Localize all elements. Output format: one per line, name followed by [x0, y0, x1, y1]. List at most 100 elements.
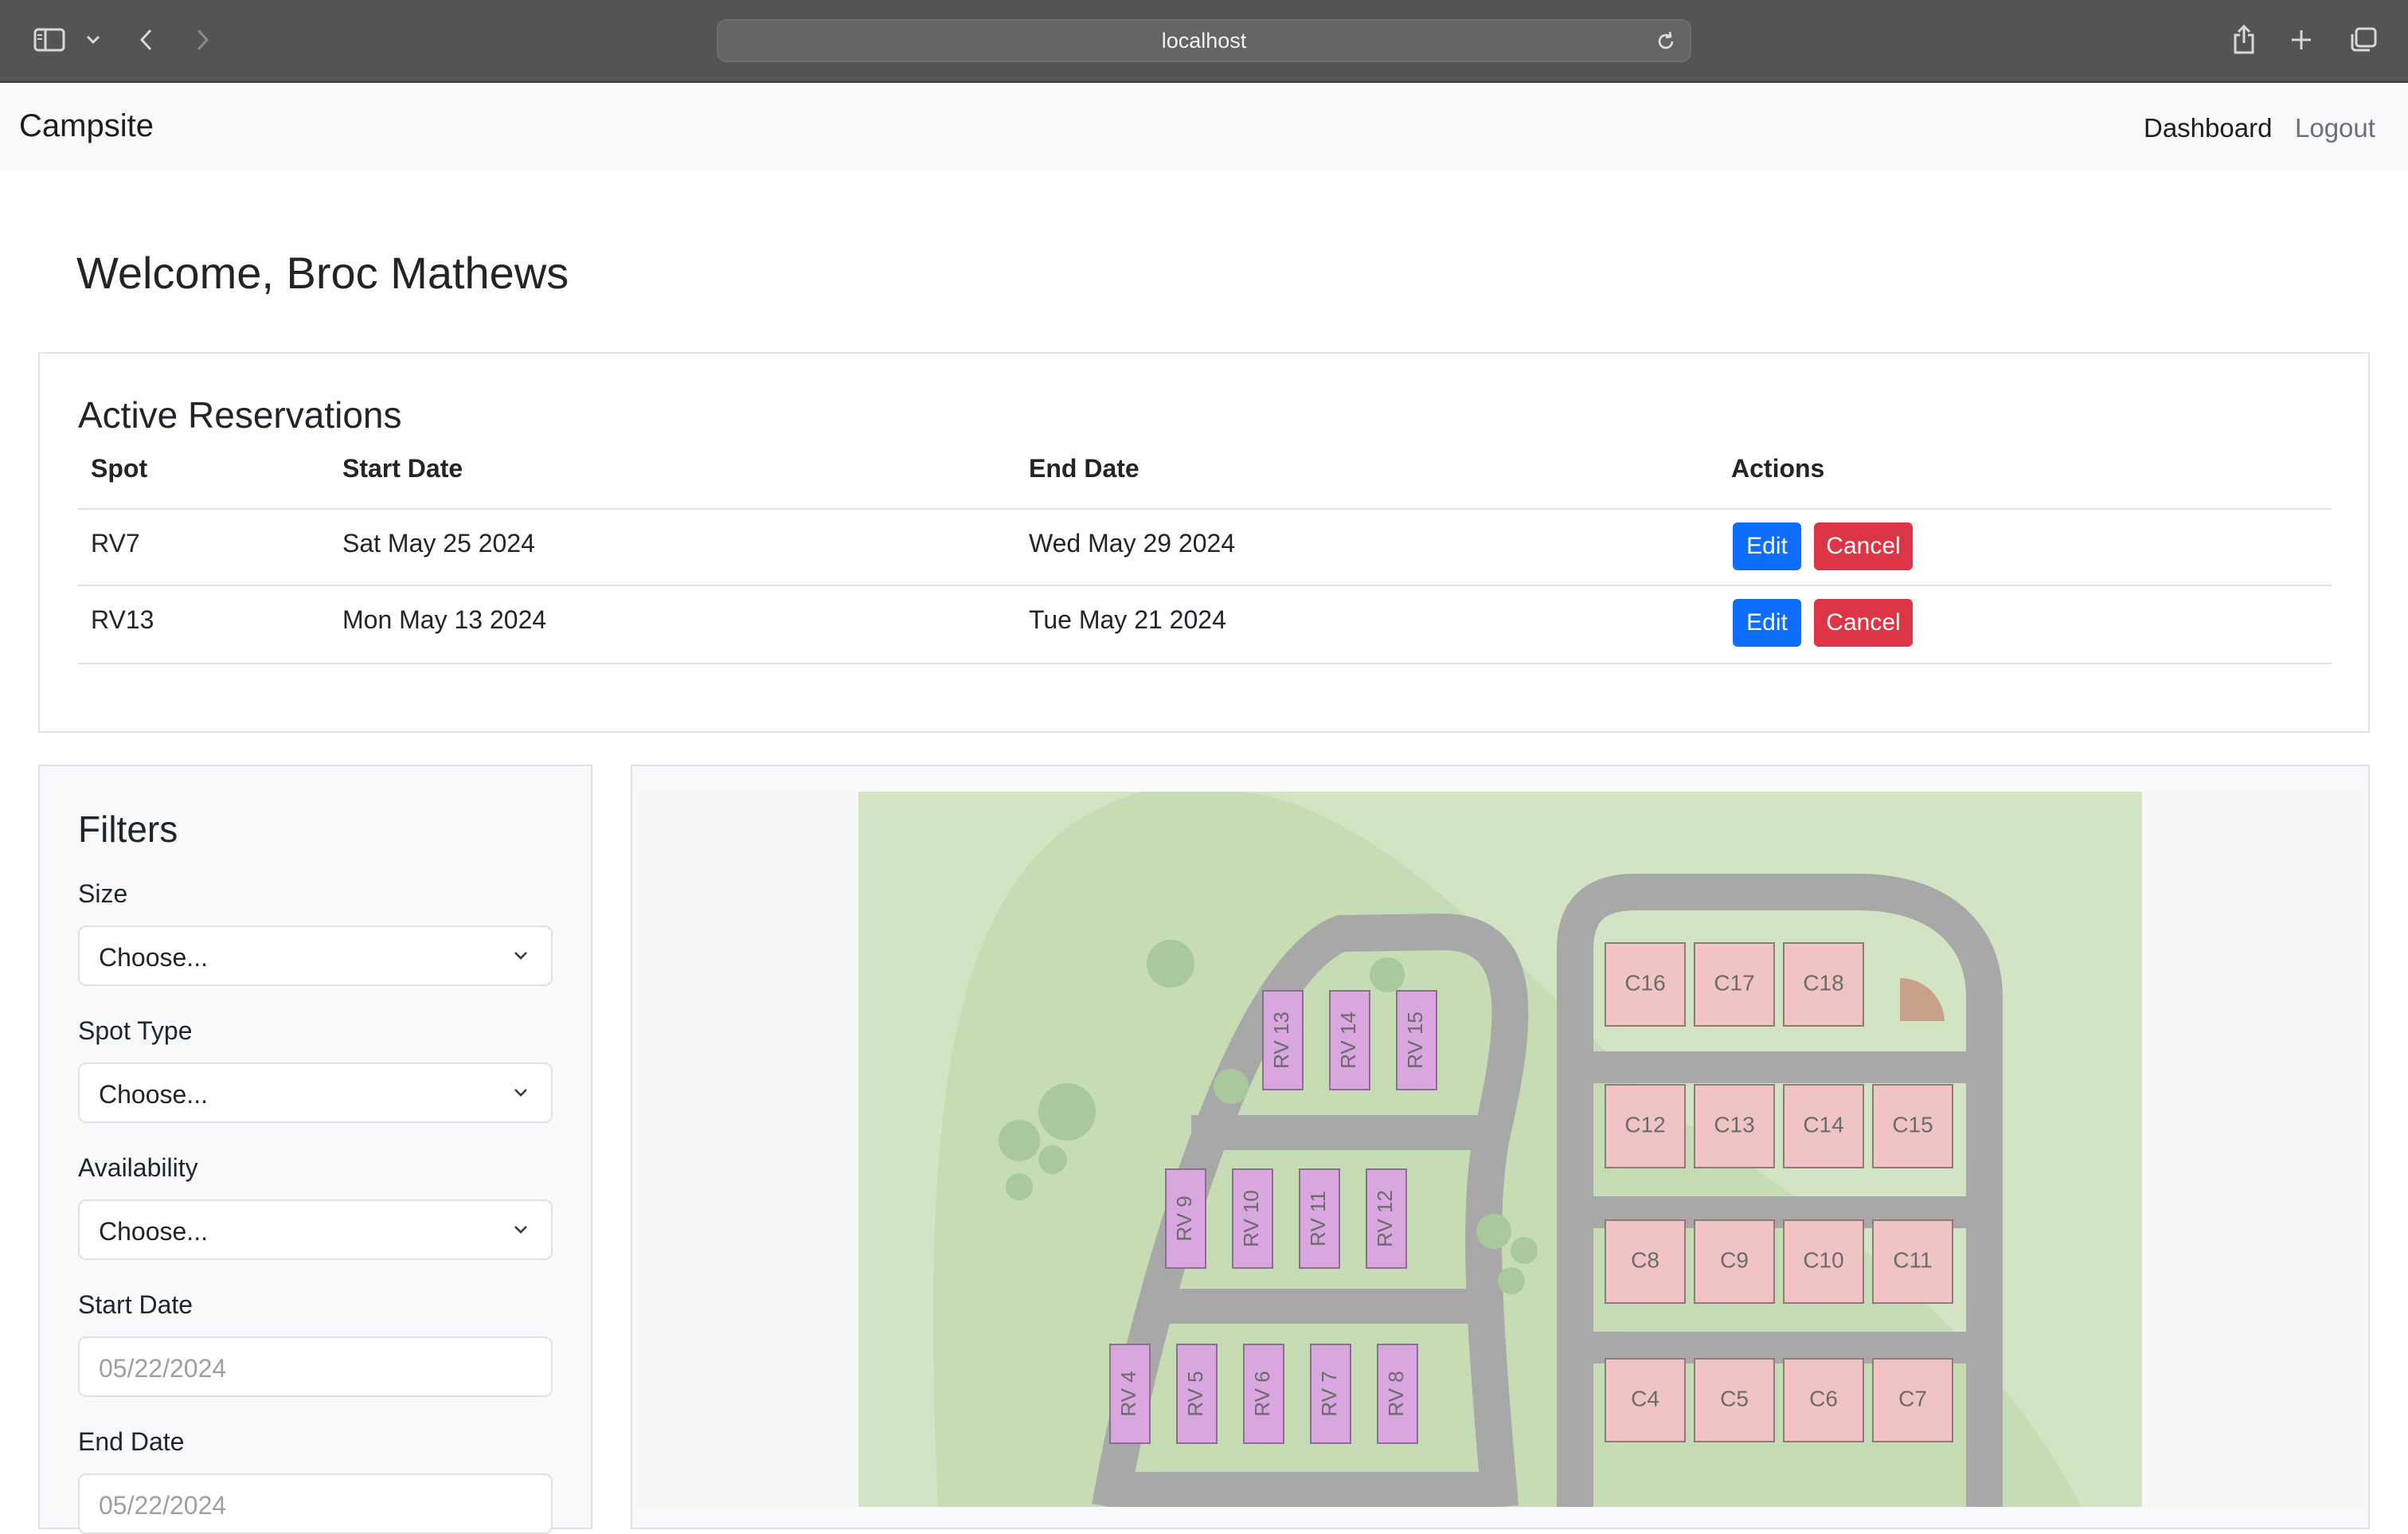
end-date-cell: Tue May 21 2024	[1029, 605, 1226, 634]
cabin-spot-c15[interactable]: C15	[1872, 1084, 1953, 1168]
rv-spot-label: RV 11	[1306, 1191, 1330, 1246]
cabin-spot-label: C16	[1624, 970, 1665, 995]
cabin-spot-label: C8	[1631, 1247, 1659, 1272]
cabin-spot-label: C14	[1803, 1112, 1843, 1137]
rv-spot-rv14[interactable]: RV 14	[1329, 990, 1370, 1090]
column-header-spot: Spot	[91, 454, 148, 483]
reservations-card: Active Reservations Spot Start Date End …	[38, 352, 2370, 733]
spot-type-label: Spot Type	[78, 1016, 193, 1045]
campsite-map: RV 13 RV 14 RV 15 RV 9 RV 10 RV 11 RV 12 RV 4 RV…	[632, 792, 2368, 1507]
rv-spot-label: RV 14	[1336, 1012, 1360, 1069]
address-bar[interactable]: localhost	[717, 19, 1691, 62]
cabin-spot-c10[interactable]: C10	[1783, 1219, 1864, 1304]
rv-spot-rv9[interactable]: RV 9	[1165, 1168, 1206, 1269]
cabin-spot-c13[interactable]: C13	[1694, 1084, 1775, 1168]
cabin-spot-c8[interactable]: C8	[1605, 1219, 1686, 1304]
new-tab-icon[interactable]	[2287, 22, 2316, 57]
chevron-down-icon[interactable]	[83, 22, 104, 57]
availability-label: Availability	[78, 1153, 198, 1182]
end-date-label: End Date	[78, 1427, 185, 1456]
brand-link[interactable]: Campsite	[19, 108, 154, 144]
end-date-value: 05/22/2024	[99, 1491, 227, 1520]
table-row: RV7 Sat May 25 2024 Wed May 29 2024 Edit…	[78, 508, 2332, 586]
chevron-down-icon	[511, 1220, 530, 1243]
column-header-start-date: Start Date	[342, 454, 463, 483]
cabin-spot-label: C10	[1803, 1247, 1843, 1272]
nav-logout-link[interactable]: Logout	[2295, 113, 2375, 143]
start-date-label: Start Date	[78, 1290, 194, 1319]
size-select[interactable]: Choose...	[78, 925, 553, 986]
cabin-spot-c9[interactable]: C9	[1694, 1219, 1775, 1304]
filters-title: Filters	[78, 808, 178, 850]
reservations-title: Active Reservations	[78, 394, 402, 436]
availability-select-value: Choose...	[99, 1217, 208, 1246]
rv-spot-label: RV 7	[1317, 1371, 1341, 1416]
rv-spot-rv7[interactable]: RV 7	[1310, 1344, 1351, 1444]
rv-spot-rv12[interactable]: RV 12	[1366, 1168, 1407, 1269]
rv-spot-rv6[interactable]: RV 6	[1243, 1344, 1284, 1444]
rv-spot-label: RV 13	[1269, 1012, 1293, 1069]
rv-spot-rv15[interactable]: RV 15	[1396, 990, 1437, 1090]
rv-spot-label: RV 9	[1172, 1196, 1196, 1241]
cabin-spot-label: C11	[1893, 1247, 1932, 1272]
spot-type-select[interactable]: Choose...	[78, 1062, 553, 1123]
cabin-spot-label: C18	[1803, 970, 1843, 995]
rv-spot-rv5[interactable]: RV 5	[1176, 1344, 1218, 1444]
cabin-spot-c7[interactable]: C7	[1872, 1358, 1953, 1442]
column-header-end-date: End Date	[1029, 454, 1140, 483]
sidebar-toggle-icon[interactable]	[30, 22, 68, 57]
cancel-button[interactable]: Cancel	[1814, 522, 1913, 570]
tab-overview-icon[interactable]	[2347, 22, 2379, 57]
edit-button[interactable]: Edit	[1733, 522, 1801, 570]
start-date-input[interactable]: 05/22/2024	[78, 1336, 553, 1397]
cabin-spot-label: C5	[1720, 1386, 1749, 1411]
filters-panel: Filters Size Choose... Spot Type Choose.…	[38, 765, 592, 1534]
edit-button[interactable]: Edit	[1733, 599, 1801, 647]
reload-icon[interactable]	[1655, 30, 1677, 57]
cabin-spot-label: C9	[1720, 1247, 1749, 1272]
cabin-spot-c5[interactable]: C5	[1694, 1358, 1775, 1442]
share-icon[interactable]	[2230, 22, 2258, 57]
cabin-spot-c6[interactable]: C6	[1783, 1358, 1864, 1442]
cabin-spot-label: C15	[1892, 1112, 1933, 1137]
forward-icon[interactable]	[190, 22, 215, 57]
cabin-spot-c16[interactable]: C16	[1605, 942, 1686, 1027]
spot-cell: RV13	[91, 605, 154, 634]
cabin-spot-c14[interactable]: C14	[1783, 1084, 1864, 1168]
cabin-spot-c11[interactable]: C11	[1872, 1219, 1953, 1304]
cabin-spot-c18[interactable]: C18	[1783, 942, 1864, 1027]
rv-spot-label: RV 10	[1239, 1190, 1263, 1247]
rv-spot-label: RV 6	[1250, 1371, 1274, 1416]
rv-spot-label: RV 15	[1403, 1012, 1427, 1069]
cancel-button[interactable]: Cancel	[1814, 599, 1913, 647]
rv-spot-label: RV 8	[1384, 1371, 1408, 1416]
cabin-spot-label: C7	[1898, 1386, 1927, 1411]
rv-spot-rv10[interactable]: RV 10	[1232, 1168, 1273, 1269]
size-label: Size	[78, 879, 128, 908]
spot-type-select-value: Choose...	[99, 1080, 208, 1109]
availability-select[interactable]: Choose...	[78, 1199, 553, 1260]
rv-spot-rv13[interactable]: RV 13	[1262, 990, 1304, 1090]
spot-cell: RV7	[91, 529, 140, 558]
back-icon[interactable]	[134, 22, 159, 57]
rv-spot-rv8[interactable]: RV 8	[1377, 1344, 1418, 1444]
end-date-input[interactable]: 05/22/2024	[78, 1473, 553, 1534]
table-row: RV13 Mon May 13 2024 Tue May 21 2024 Edi…	[78, 585, 2332, 664]
start-date-cell: Mon May 13 2024	[342, 605, 547, 634]
page-title: Welcome, Broc Mathews	[76, 248, 569, 298]
cabin-spot-label: C13	[1714, 1112, 1754, 1137]
cabin-spot-c4[interactable]: C4	[1605, 1358, 1686, 1442]
start-date-cell: Sat May 25 2024	[342, 529, 535, 558]
browser-toolbar: localhost	[0, 0, 2408, 83]
url-text: localhost	[1161, 28, 1247, 53]
rv-spot-rv4[interactable]: RV 4	[1109, 1344, 1151, 1444]
cabin-spot-c12[interactable]: C12	[1605, 1084, 1686, 1168]
rv-spot-rv11[interactable]: RV 11	[1299, 1168, 1340, 1269]
nav-dashboard-link[interactable]: Dashboard	[2144, 113, 2272, 143]
rv-spot-label: RV 5	[1183, 1371, 1207, 1416]
cabin-spot-c17[interactable]: C17	[1694, 942, 1775, 1027]
end-date-cell: Wed May 29 2024	[1029, 529, 1236, 558]
campsite-map-panel: RV 13 RV 14 RV 15 RV 9 RV 10 RV 11 RV 12 RV 4 RV…	[631, 765, 2370, 1529]
cabin-spot-label: C12	[1624, 1112, 1665, 1137]
start-date-value: 05/22/2024	[99, 1354, 227, 1383]
